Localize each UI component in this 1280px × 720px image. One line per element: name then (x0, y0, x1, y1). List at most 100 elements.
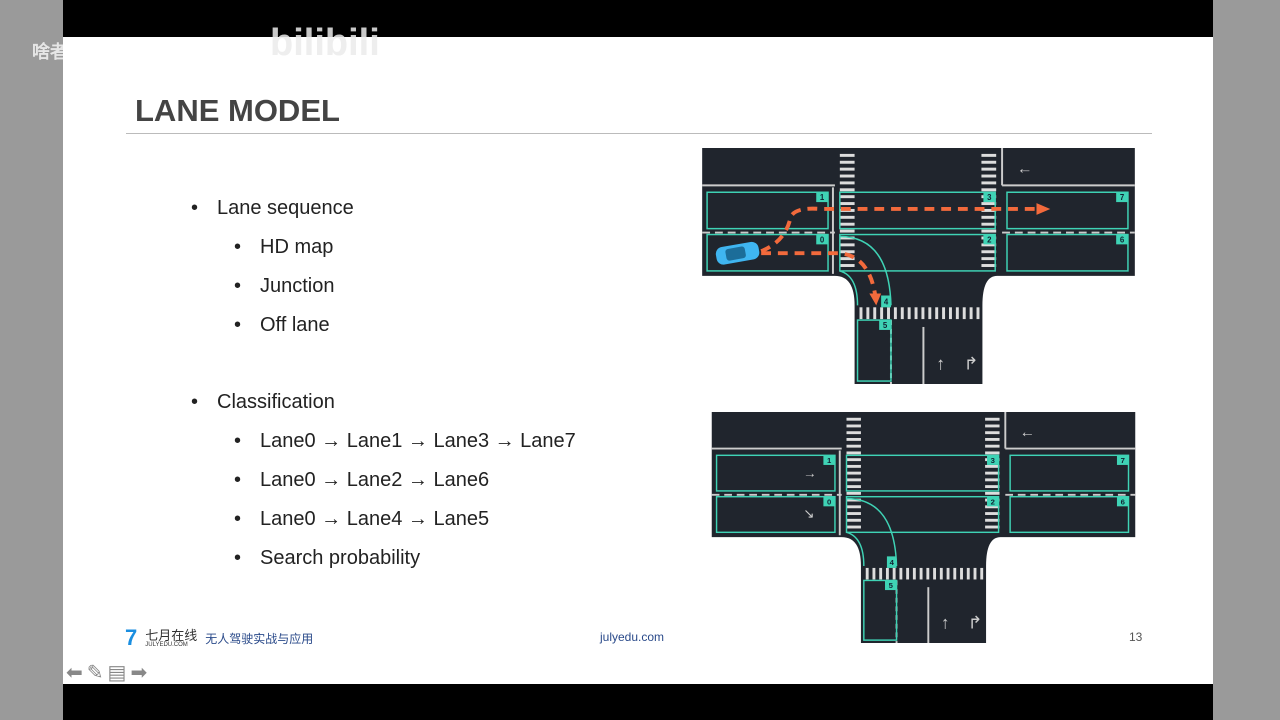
crosswalk-stripe (948, 307, 952, 320)
crosswalk-stripe (839, 167, 855, 171)
bullet-item: Lane0 → Lane2 → Lane6 (234, 469, 489, 492)
crosswalk-stripe (846, 478, 861, 482)
crosswalk-stripe (846, 485, 861, 489)
bullet-item: Lane sequence (191, 197, 354, 220)
svg-text:↑: ↑ (936, 353, 945, 373)
crosswalk-stripe (900, 307, 904, 320)
crosswalk-stripe (919, 567, 923, 580)
crosswalk-stripe (872, 567, 876, 580)
bullet-item: Off lane (234, 314, 330, 337)
svg-text:0: 0 (820, 235, 825, 244)
bullet-item: Search probability (234, 547, 420, 570)
crosswalk-stripe (865, 567, 869, 580)
pen-icon[interactable]: ✎ (87, 660, 104, 685)
crosswalk-stripe (980, 567, 984, 580)
brand-name: 七月在线 (145, 627, 198, 643)
crosswalk-stripe (839, 222, 855, 226)
slide-nav: ⬅ ✎ ▤ ➡ (66, 660, 147, 685)
crosswalk-stripe (839, 264, 855, 267)
crosswalk-stripe (846, 518, 861, 522)
crosswalk-stripe (846, 451, 861, 455)
crosswalk-stripe (907, 307, 911, 320)
crosswalk-stripe (846, 431, 861, 435)
svg-text:2: 2 (991, 497, 995, 506)
crosswalk-stripe (885, 567, 889, 580)
road (711, 412, 1136, 643)
crosswalk-stripe (926, 567, 930, 580)
crosswalk-stripe (866, 307, 870, 320)
crosswalk-stripe (846, 458, 861, 462)
svg-text:6: 6 (1121, 497, 1125, 506)
brand-logo-icon: 7 (125, 625, 138, 650)
svg-text:0: 0 (827, 497, 831, 506)
svg-text:6: 6 (1120, 235, 1125, 244)
crosswalk-stripe (953, 567, 957, 580)
crosswalk-stripe (942, 307, 946, 320)
title-divider (126, 133, 1152, 134)
bottom-letterbox (63, 684, 1213, 720)
top-letterbox (63, 0, 1213, 37)
bullet-item: Lane0 → Lane1 → Lane3 → Lane7 (234, 430, 576, 453)
crosswalk-stripe (935, 307, 939, 320)
crosswalk-stripe (946, 567, 950, 580)
arrow-left-icon[interactable]: ⬅ (66, 660, 83, 685)
footer-url: julyedu.com (600, 630, 665, 644)
crosswalk-stripe (880, 307, 884, 320)
arrow-right-icon[interactable]: ➡ (130, 660, 147, 685)
crosswalk-stripe (906, 567, 910, 580)
crosswalk-stripe (839, 153, 855, 157)
svg-text:↱: ↱ (968, 613, 983, 633)
svg-text:7: 7 (1120, 193, 1125, 202)
svg-text:←: ← (1020, 424, 1035, 441)
crosswalk-stripe (966, 567, 970, 580)
crosswalk-stripe (839, 229, 855, 233)
crosswalk-stripe (892, 567, 896, 580)
svg-text:3: 3 (991, 456, 995, 465)
svg-text:5: 5 (889, 581, 894, 590)
crosswalk-stripe (846, 491, 861, 495)
crosswalk-stripe (914, 307, 918, 320)
svg-text:1: 1 (820, 193, 825, 202)
uploader-name: 啥者 (32, 42, 68, 62)
svg-text:3: 3 (987, 193, 992, 202)
crosswalk-stripe (846, 437, 861, 441)
svg-text:4: 4 (890, 558, 895, 567)
road (702, 148, 1135, 384)
crosswalk-stripe (839, 174, 855, 178)
brand-sub: JULYEDU.COM (145, 641, 188, 648)
crosswalk-stripe (839, 160, 855, 164)
svg-text:7: 7 (1121, 456, 1125, 465)
menu-icon[interactable]: ▤ (108, 660, 127, 685)
crosswalk-stripe (960, 567, 963, 580)
crosswalk-stripe (921, 307, 925, 320)
bullet-item: HD map (234, 236, 333, 259)
svg-text:→: → (803, 465, 816, 480)
svg-text:5: 5 (883, 321, 888, 330)
lane-diagram: ← ↑ ↱ 0 1 2 3 6 7 5 4 → ↘ (711, 412, 1136, 643)
crosswalk-stripe (846, 512, 861, 515)
crosswalk-stripe (973, 567, 977, 580)
crosswalk-stripe (846, 471, 861, 475)
crosswalk-stripe (969, 307, 973, 320)
crosswalk-stripe (887, 307, 890, 320)
crosswalk-stripe (846, 424, 861, 428)
bullet-item: Classification (191, 391, 335, 414)
svg-text:↘: ↘ (803, 506, 814, 521)
crosswalk-stripe (962, 307, 966, 320)
crosswalk-stripe (839, 188, 855, 192)
svg-text:1: 1 (827, 456, 832, 465)
svg-text:←: ← (1017, 161, 1033, 178)
svg-text:2: 2 (987, 235, 992, 244)
crosswalk-stripe (839, 215, 855, 219)
svg-text:↑: ↑ (941, 613, 950, 633)
crosswalk-stripe (899, 567, 903, 580)
slide-title: LANE MODEL (135, 93, 340, 128)
crosswalk-stripe (939, 567, 943, 580)
crosswalk-stripe (846, 444, 861, 448)
crosswalk-stripe (839, 243, 855, 247)
crosswalk-stripe (846, 417, 861, 421)
crosswalk-stripe (955, 307, 959, 320)
crosswalk-stripe (846, 464, 861, 468)
crosswalk-stripe (846, 505, 861, 509)
crosswalk-stripe (933, 567, 937, 580)
